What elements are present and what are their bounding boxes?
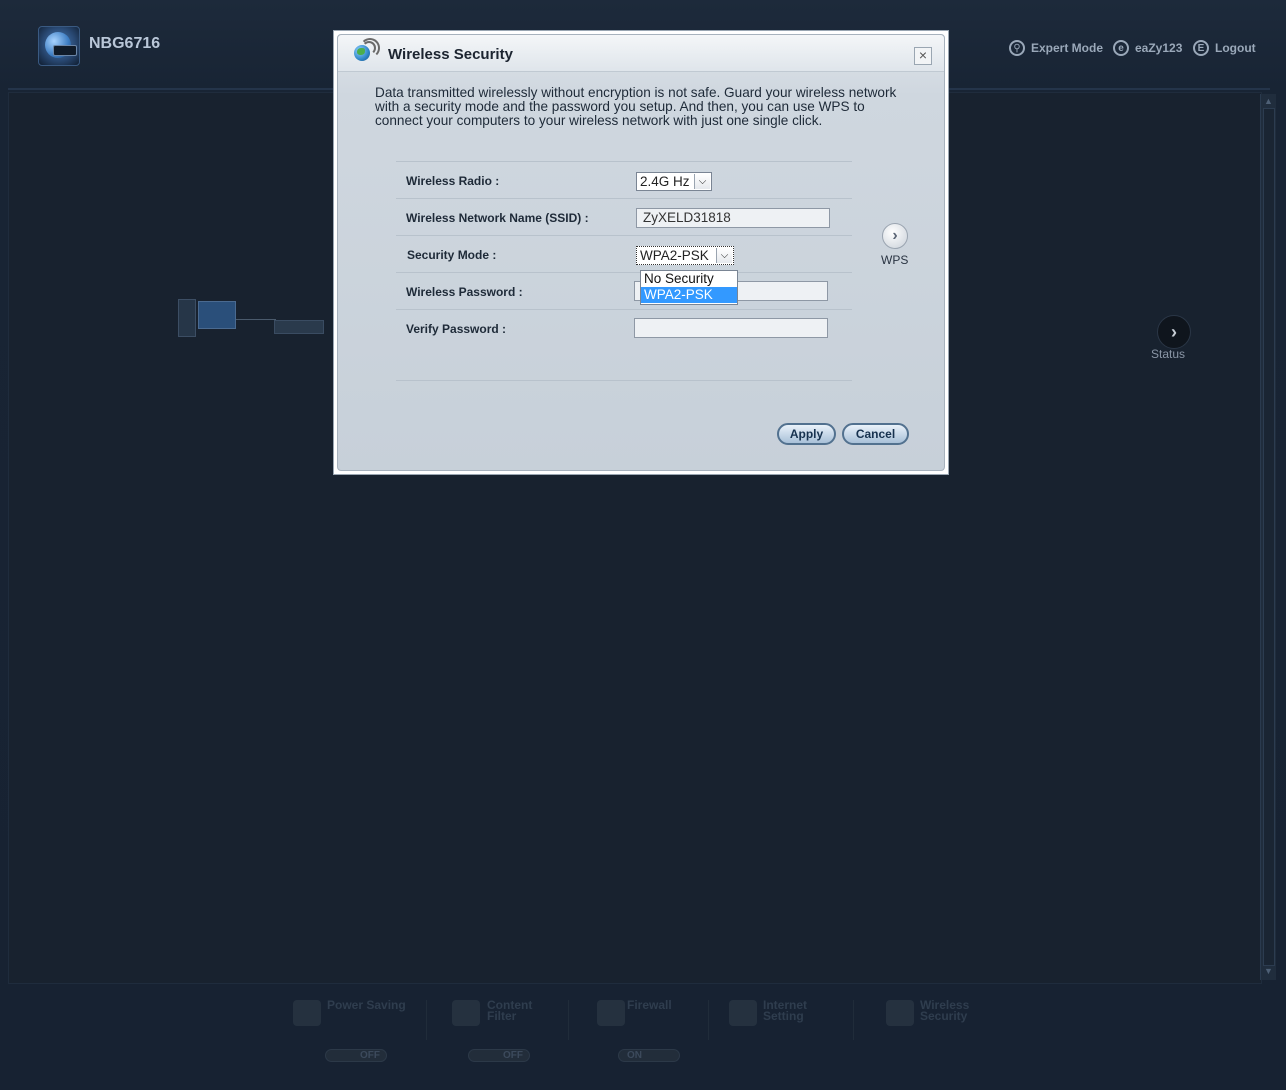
divider [426,1000,427,1040]
firewall-icon [597,1000,625,1026]
option-wpa2-psk[interactable]: WPA2-PSK [641,287,737,303]
firewall-label[interactable]: Firewall [627,999,672,1011]
wrench-icon: ⚲ [1009,40,1025,56]
firewall-toggle[interactable]: ON [618,1049,680,1062]
dialog-description: Data transmitted wirelessly without encr… [375,85,897,128]
logout-label: Logout [1215,41,1256,55]
chevron-down-icon[interactable]: ⌵ [694,174,710,189]
wireless-password-row: Wireless Password : [396,272,852,309]
scroll-up-icon[interactable]: ▲ [1264,96,1273,106]
wps-button[interactable]: › [882,223,908,249]
leaf-icon [293,1000,321,1026]
connection-line [236,319,276,320]
divider [853,1000,854,1040]
wireless-globe-icon [354,38,380,65]
verify-password-label: Verify Password : [406,322,507,336]
security-mode-select[interactable]: WPA2-PSK ⌵ [636,246,734,265]
dialog-header: Wireless Security × [338,35,944,72]
power-saving-toggle[interactable]: OFF [325,1049,387,1062]
logout-icon: E [1193,40,1209,56]
status-arrow-button[interactable]: › [1157,315,1191,349]
ssid-label: Wireless Network Name (SSID) : [406,211,589,225]
divider [708,1000,709,1040]
router-logo-icon [38,26,80,66]
divider [568,1000,569,1040]
security-mode-row: Security Mode : WPA2-PSK ⌵ [396,235,852,272]
wireless-radio-label: Wireless Radio : [406,174,500,188]
vertical-scrollbar[interactable]: ▲ ▼ [1260,94,1276,980]
form-divider [396,380,852,381]
chevron-right-icon: › [1171,321,1177,342]
cancel-button[interactable]: Cancel [842,423,909,445]
wireless-radio-row: Wireless Radio : 2.4G Hz ⌵ [396,161,852,198]
connection-tag [274,320,324,334]
wireless-password-label: Wireless Password : [406,285,523,299]
content-filter-label[interactable]: Content Filter [487,999,537,1022]
verify-password-row: Verify Password : [396,309,852,346]
expert-mode-label: Expert Mode [1031,41,1104,55]
security-mode-value: WPA2-PSK [640,248,709,263]
status-label: Status [1151,347,1186,361]
content-filter-icon [452,1000,480,1026]
expert-mode-link[interactable]: ⚲ Expert Mode [1009,40,1103,56]
logout-link[interactable]: E Logout [1193,40,1256,56]
close-button[interactable]: × [914,47,932,65]
security-mode-label: Security Mode : [407,248,497,262]
security-mode-dropdown[interactable]: No Security WPA2-PSK [640,270,738,305]
option-no-security[interactable]: No Security [641,271,737,287]
scroll-thumb[interactable] [1263,108,1275,966]
dialog-body: Wireless Security × Data transmitted wir… [337,34,945,471]
scroll-down-icon[interactable]: ▼ [1264,966,1273,976]
wireless-radio-select[interactable]: 2.4G Hz ⌵ [636,172,712,191]
verify-password-input[interactable] [634,318,828,338]
device-model: NBG6716 [89,35,161,52]
content-filter-toggle[interactable]: OFF [468,1049,530,1062]
apply-button[interactable]: Apply [777,423,836,445]
wps-label[interactable]: WPS [881,253,908,267]
computer-icon [178,299,236,339]
eazy-icon: e [1113,40,1129,56]
internet-setting-label[interactable]: Internet Setting [763,999,813,1022]
eazy123-label: eaZy123 [1135,41,1183,55]
wireless-security-dialog: Wireless Security × Data transmitted wir… [333,30,949,475]
chevron-down-icon[interactable]: ⌵ [716,248,732,263]
close-icon: × [918,47,928,63]
ssid-input[interactable]: ZyXELD31818 [636,208,830,228]
power-saving-label[interactable]: Power Saving [327,999,406,1011]
wireless-radio-value: 2.4G Hz [640,174,690,189]
signal-bars-icon [729,1000,757,1026]
ssid-row: Wireless Network Name (SSID) : ZyXELD318… [396,198,852,235]
chevron-right-icon: › [892,227,898,244]
wireless-security-label[interactable]: Wireless Security [920,999,980,1022]
wireless-security-icon [886,1000,914,1026]
dialog-title: Wireless Security [388,46,513,63]
eazy123-link[interactable]: e eaZy123 [1113,40,1182,56]
